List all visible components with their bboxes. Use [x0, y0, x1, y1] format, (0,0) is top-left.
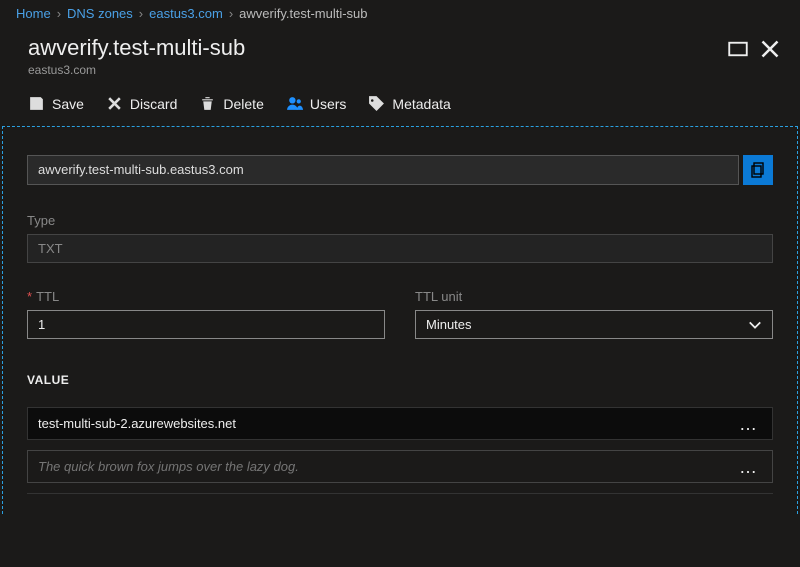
type-label: Type — [27, 213, 773, 228]
copy-button[interactable] — [743, 155, 773, 185]
users-label: Users — [310, 96, 347, 112]
discard-label: Discard — [130, 96, 177, 112]
ttl-unit-label: TTL unit — [415, 289, 773, 304]
divider — [27, 493, 773, 494]
ttl-input[interactable] — [27, 310, 385, 339]
tag-icon — [368, 95, 385, 112]
discard-button[interactable]: Discard — [106, 95, 177, 112]
content-panel: awverify.test-multi-sub.eastus3.com Type… — [2, 126, 798, 514]
ttl-unit-value: Minutes — [426, 317, 472, 332]
copy-icon — [750, 162, 766, 178]
breadcrumb: Home › DNS zones › eastus3.com › awverif… — [0, 0, 800, 27]
page-title: awverify.test-multi-sub — [28, 35, 245, 61]
row-menu-button[interactable]: … — [735, 419, 762, 429]
discard-icon — [106, 95, 123, 112]
breadcrumb-home[interactable]: Home — [16, 6, 51, 21]
breadcrumb-dns-zones[interactable]: DNS zones — [67, 6, 133, 21]
value-row-new[interactable]: … — [27, 450, 773, 483]
restore-window-icon[interactable] — [728, 39, 748, 59]
breadcrumb-zone[interactable]: eastus3.com — [149, 6, 223, 21]
row-menu-button[interactable]: … — [735, 462, 762, 472]
trash-icon — [199, 95, 216, 112]
chevron-right-icon: › — [139, 6, 143, 21]
type-value: TXT — [27, 234, 773, 263]
delete-label: Delete — [223, 96, 263, 112]
blade-header: awverify.test-multi-sub eastus3.com — [0, 27, 800, 85]
value-section-header: VALUE — [27, 373, 773, 387]
save-button[interactable]: Save — [28, 95, 84, 112]
chevron-right-icon: › — [229, 6, 233, 21]
chevron-down-icon — [748, 318, 762, 332]
metadata-button[interactable]: Metadata — [368, 95, 450, 112]
ttl-label: *TTL — [27, 289, 385, 304]
users-icon — [286, 95, 303, 112]
value-row[interactable]: test-multi-sub-2.azurewebsites.net … — [27, 407, 773, 440]
delete-button[interactable]: Delete — [199, 95, 263, 112]
value-input[interactable] — [38, 459, 735, 474]
save-label: Save — [52, 96, 84, 112]
command-bar: Save Discard Delete Users Metadata — [0, 85, 800, 126]
chevron-right-icon: › — [57, 6, 61, 21]
value-text: test-multi-sub-2.azurewebsites.net — [38, 416, 735, 431]
save-icon — [28, 95, 45, 112]
metadata-label: Metadata — [392, 96, 450, 112]
ttl-unit-select[interactable]: Minutes — [415, 310, 773, 339]
close-icon[interactable] — [760, 39, 780, 59]
breadcrumb-current: awverify.test-multi-sub — [239, 6, 367, 21]
page-subtitle: eastus3.com — [28, 63, 245, 77]
fqdn-display: awverify.test-multi-sub.eastus3.com — [27, 155, 739, 185]
users-button[interactable]: Users — [286, 95, 347, 112]
